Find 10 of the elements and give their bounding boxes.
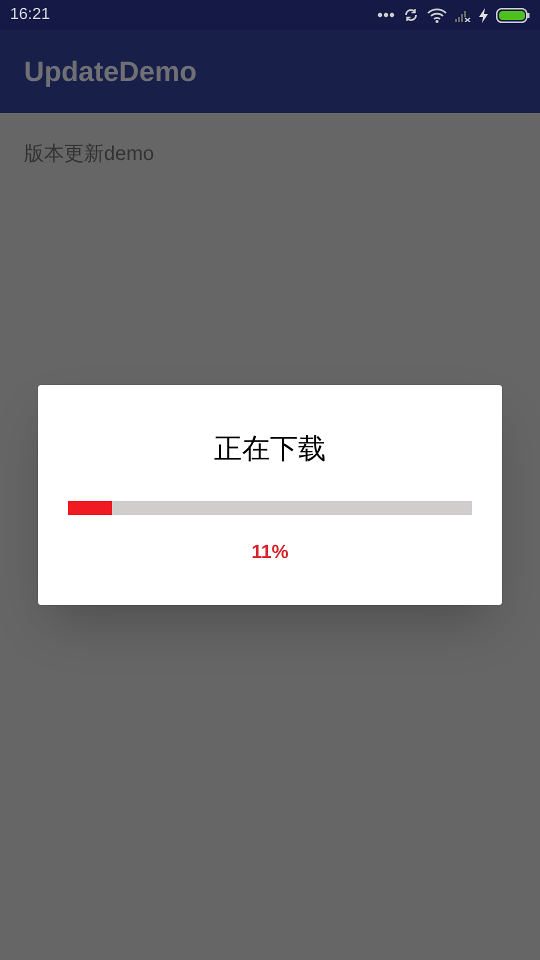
battery-icon (496, 8, 530, 22)
status-time: 16:21 (10, 5, 50, 25)
charging-bolt-icon (479, 8, 488, 22)
more-dots-icon (377, 12, 395, 18)
wifi-icon (427, 8, 447, 22)
progress-percent: 11% (252, 541, 288, 565)
app-title: UpdateDemo (24, 54, 197, 89)
dialog-title: 正在下载 (214, 432, 326, 466)
no-signal-icon (455, 8, 471, 22)
sync-icon (403, 7, 419, 23)
